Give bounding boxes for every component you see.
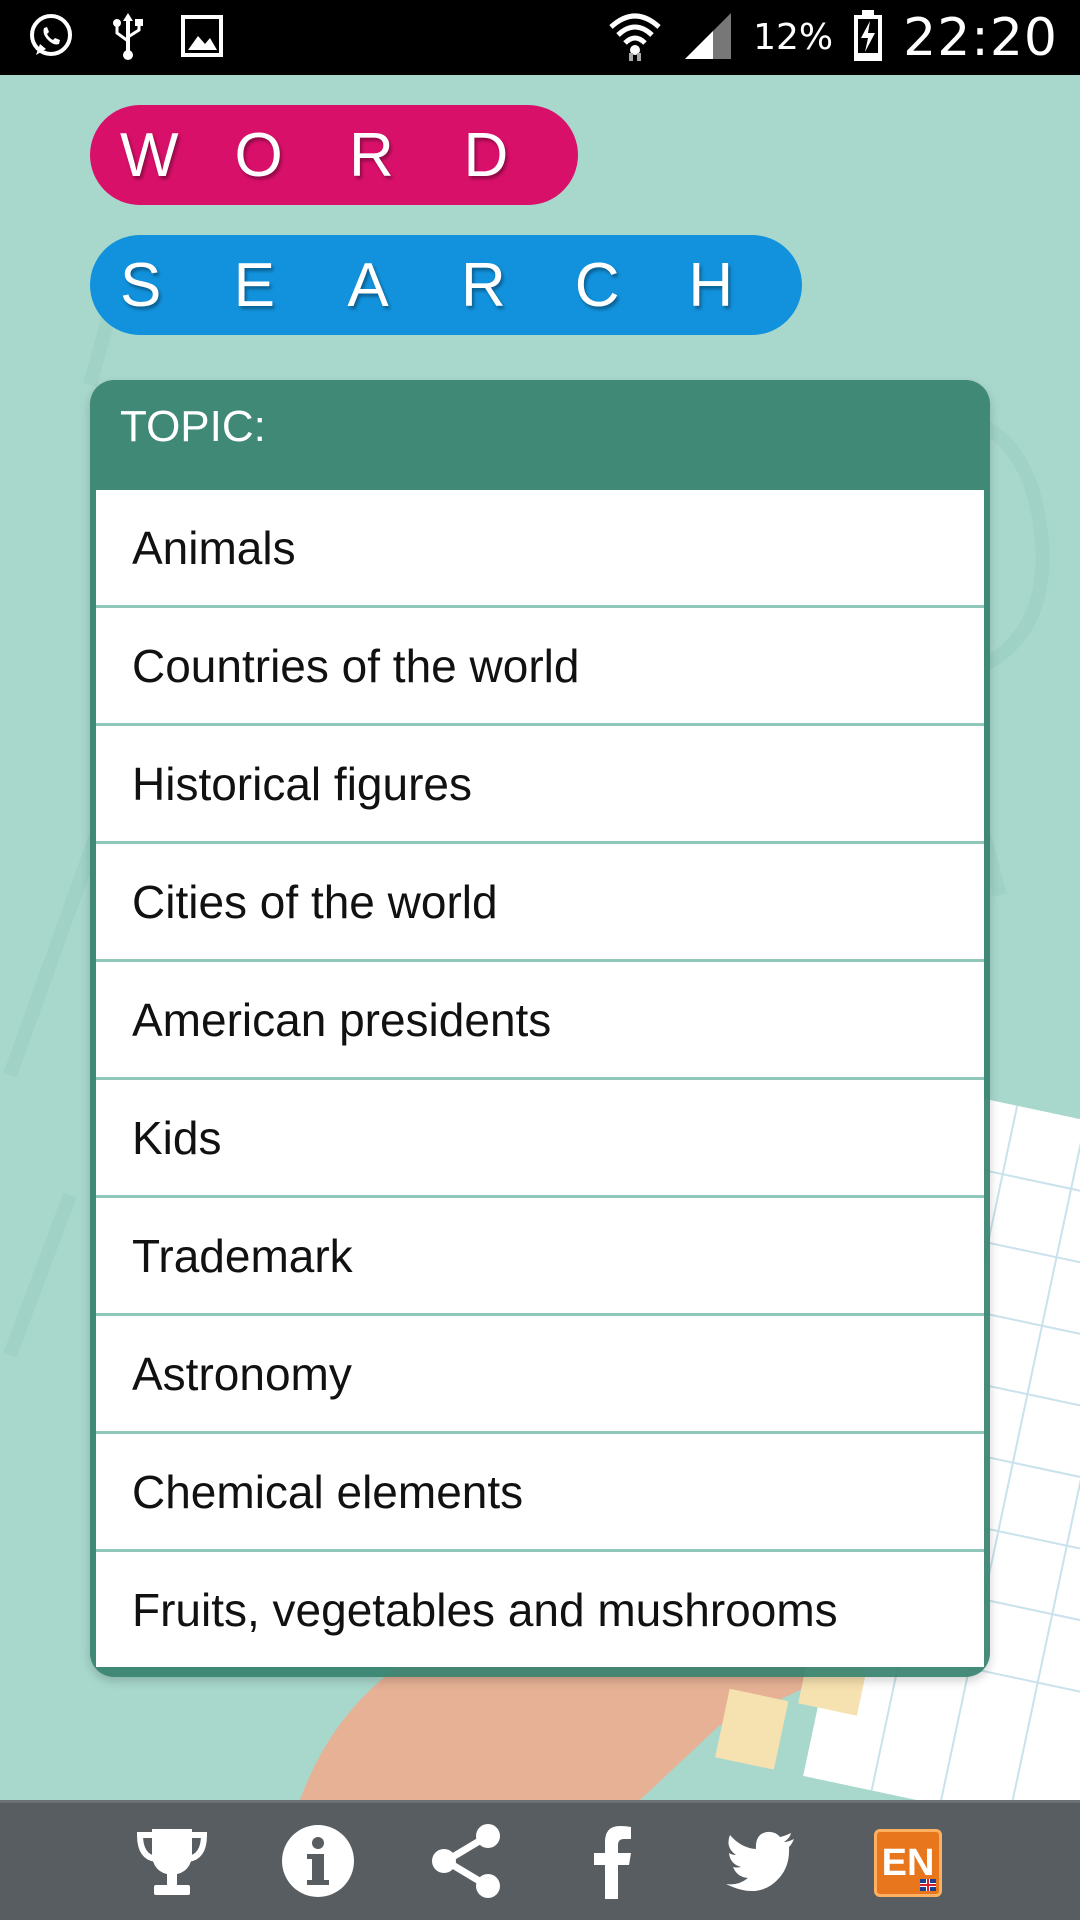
title-letter: C <box>574 250 620 320</box>
info-icon <box>280 1823 356 1903</box>
signal-icon <box>683 11 733 65</box>
image-icon <box>180 14 224 62</box>
title-letter: H <box>688 250 734 320</box>
topic-item-kids[interactable]: Kids <box>96 1080 984 1198</box>
title-letter: R <box>349 120 394 190</box>
app-screen: 12% 22:20 W O R D S E A R C H TOPIC: Ani… <box>0 0 1080 1920</box>
bottom-toolbar: EN <box>0 1800 1080 1920</box>
wifi-icon <box>607 9 663 67</box>
topic-list: Animals Countries of the world Historica… <box>96 490 984 1667</box>
status-bar: 12% 22:20 <box>0 0 1080 75</box>
title-letter: R <box>461 250 506 320</box>
info-button[interactable] <box>278 1823 358 1903</box>
facebook-button[interactable] <box>572 1823 652 1903</box>
topic-header: TOPIC: <box>120 402 266 451</box>
twitter-icon <box>722 1823 798 1903</box>
language-icon: EN <box>874 1829 942 1897</box>
topic-item-cities[interactable]: Cities of the world <box>96 844 984 962</box>
share-icon <box>428 1823 504 1903</box>
language-button[interactable]: EN <box>868 1823 948 1903</box>
battery-percent: 12% <box>753 17 834 58</box>
topic-panel: TOPIC: Animals Countries of the world Hi… <box>90 380 990 1677</box>
title-letter: S <box>120 250 162 320</box>
leaderboard-button[interactable] <box>132 1823 212 1903</box>
facebook-icon <box>574 1823 650 1903</box>
topic-item-chemical-elements[interactable]: Chemical elements <box>96 1434 984 1552</box>
whatsapp-icon <box>26 11 76 65</box>
topic-item-american-presidents[interactable]: American presidents <box>96 962 984 1080</box>
twitter-button[interactable] <box>720 1823 800 1903</box>
title-letter: E <box>233 250 276 320</box>
topic-item-animals[interactable]: Animals <box>96 490 984 608</box>
title-letter: D <box>463 120 509 190</box>
trophy-icon <box>134 1823 210 1903</box>
battery-charging-icon <box>853 9 883 66</box>
uk-flag-icon <box>920 1879 936 1891</box>
clock: 22:20 <box>903 7 1058 68</box>
title-letter: W <box>120 120 179 190</box>
share-button[interactable] <box>426 1823 506 1903</box>
title-word-pill: W O R D <box>90 105 578 205</box>
title-search-pill: S E A R C H <box>90 235 802 335</box>
title-letter: O <box>234 120 283 190</box>
topic-item-historical-figures[interactable]: Historical figures <box>96 726 984 844</box>
topic-item-fruits-vegetables[interactable]: Fruits, vegetables and mushrooms <box>96 1552 984 1667</box>
title-letter: A <box>347 250 389 320</box>
topic-item-trademark[interactable]: Trademark <box>96 1198 984 1316</box>
topic-item-astronomy[interactable]: Astronomy <box>96 1316 984 1434</box>
usb-icon <box>110 11 146 65</box>
topic-item-countries[interactable]: Countries of the world <box>96 608 984 726</box>
